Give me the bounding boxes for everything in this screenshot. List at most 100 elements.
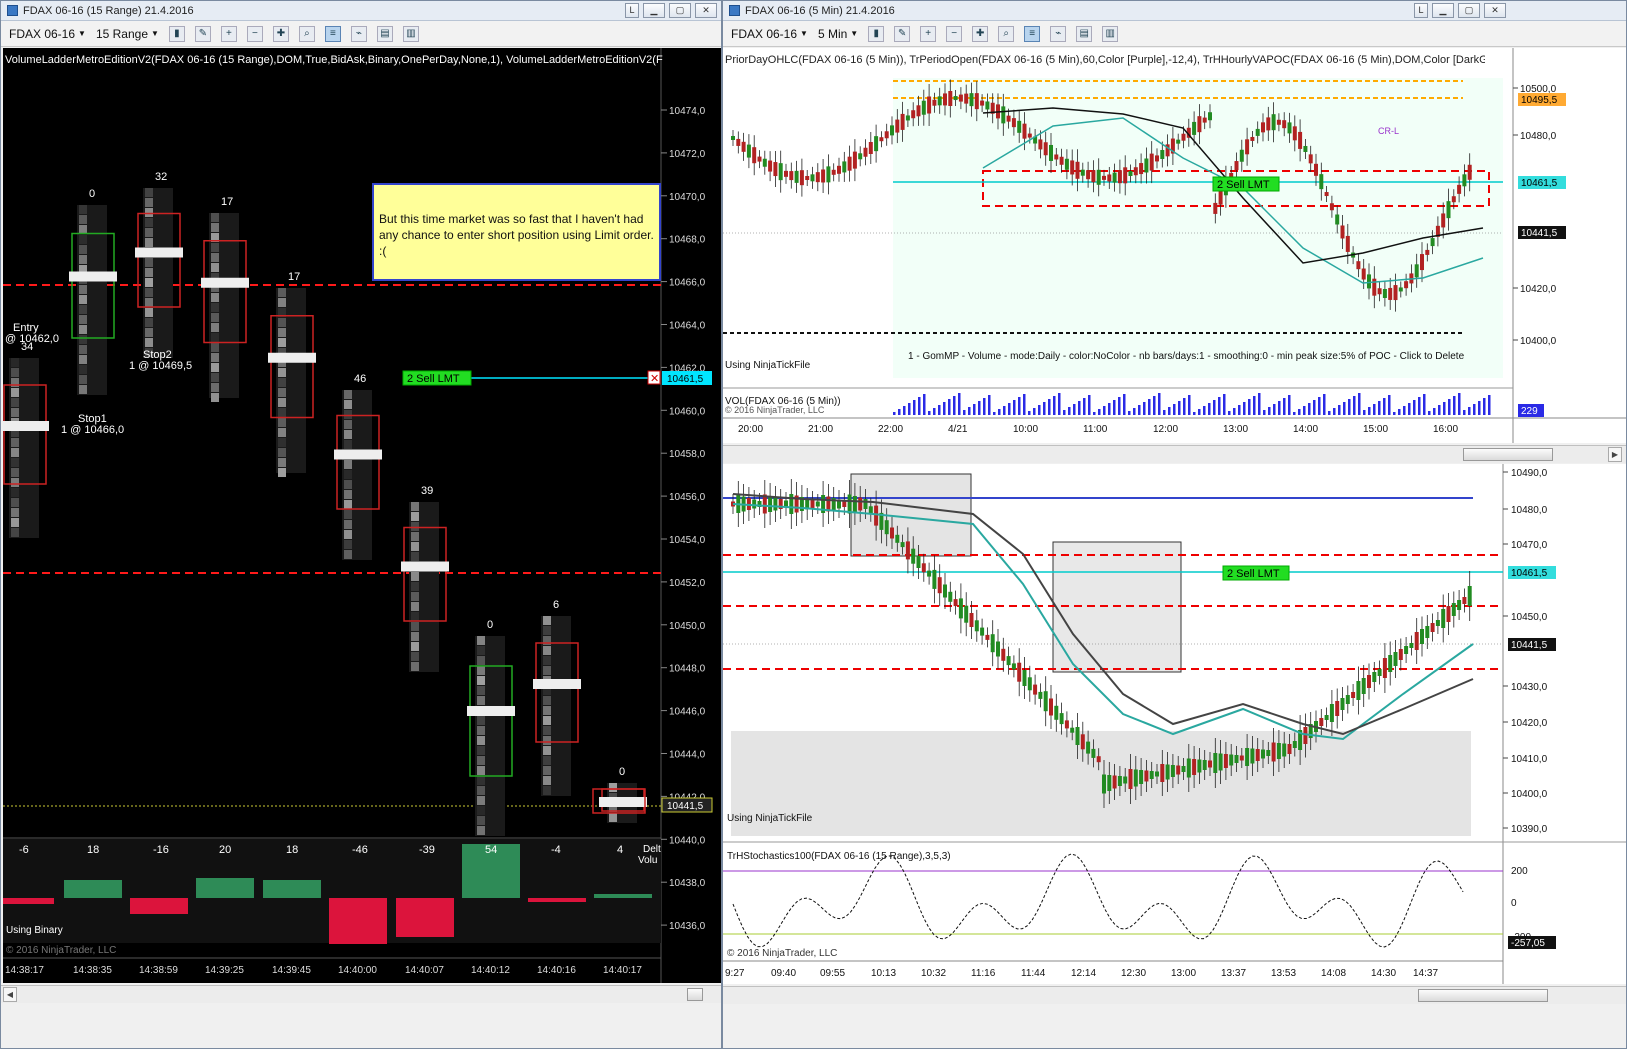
volume-cell [145, 208, 153, 217]
right-upper-chart[interactable]: 10500,0 10480,0 10420,0 10400,0 2 Sell LMT CR… [723, 48, 1626, 443]
strategies-icon[interactable]: ▤ [1076, 25, 1093, 42]
candle-body [837, 165, 841, 174]
candle-body [746, 144, 751, 158]
candle-body [1404, 646, 1409, 654]
crosshair-icon[interactable]: ✚ [972, 25, 989, 42]
volume-cell [211, 293, 219, 302]
volume-cell [477, 716, 485, 725]
maximize-button[interactable]: ▢ [1458, 3, 1480, 18]
volume-bar [1023, 394, 1026, 415]
upper-horizontal-scrollbar[interactable]: ▶ [723, 445, 1626, 463]
bar-type-icon[interactable]: ▮ [168, 25, 185, 42]
candle-body [1398, 287, 1403, 292]
right-lower-chart[interactable]: 10490,0 10480,0 10470,0 10450,0 10430,0 10420… [723, 464, 1626, 984]
candle-body [974, 93, 979, 110]
indicators-icon[interactable]: ⌁ [1050, 25, 1067, 42]
volume-cell [211, 343, 219, 352]
candle-body [1340, 225, 1345, 239]
close-button[interactable]: ✕ [1484, 3, 1506, 18]
candle-body [964, 605, 969, 623]
candle-body [1176, 765, 1181, 775]
chart-trader-icon[interactable]: ≡ [324, 25, 341, 42]
scroll-thumb[interactable] [1418, 989, 1548, 1002]
indicators-icon[interactable]: ⌁ [350, 25, 367, 42]
candle-body [868, 506, 873, 514]
left-window-title: FDAX 06-16 (15 Range) 21.4.2016 [23, 4, 194, 17]
zoom-out-icon[interactable]: − [946, 25, 963, 42]
lower-time-label: 09:55 [820, 968, 845, 979]
annotation-note[interactable]: But this time market was so fast that I … [372, 183, 661, 281]
price-tick-label: 10436,0 [669, 921, 706, 932]
period-selector[interactable]: 5 Min ▼ [818, 27, 858, 41]
candle-body [1160, 149, 1165, 159]
poc-highlight [69, 271, 117, 282]
zoom-out-icon[interactable]: − [246, 25, 263, 42]
volume-cell [411, 512, 419, 521]
zoom-in-icon[interactable]: + [220, 25, 237, 42]
candle-body [1409, 643, 1414, 648]
properties-icon[interactable]: ▥ [402, 25, 419, 42]
candle-body [953, 96, 958, 101]
upper-time-label: 13:00 [1223, 424, 1248, 435]
candle-body [1255, 749, 1260, 761]
volume-cell [344, 420, 352, 429]
lower-horizontal-scrollbar[interactable] [723, 986, 1626, 1004]
chart-trader-icon[interactable]: ≡ [1024, 25, 1041, 42]
scroll-left-button[interactable]: ◀ [3, 987, 17, 1002]
minimize-button[interactable]: ▁ [643, 3, 665, 18]
candle-body [1001, 648, 1006, 661]
draw-tool-icon[interactable]: ✎ [894, 25, 911, 42]
volume-bar [1333, 408, 1336, 415]
candle-body [1213, 202, 1218, 214]
magnify-icon[interactable]: ⌕ [298, 25, 315, 42]
close-button[interactable]: ✕ [695, 3, 717, 18]
stochastics-label: TrHStochastics100(FDAX 06-16 (15 Range),… [727, 851, 951, 862]
magnify-icon[interactable]: ⌕ [998, 25, 1015, 42]
candle-body [815, 172, 820, 183]
volume-cell [11, 488, 19, 497]
volume-cell [11, 458, 19, 467]
link-button[interactable]: L [625, 3, 639, 18]
volume-cell [11, 498, 19, 507]
candle-body [1430, 623, 1435, 632]
poc-highlight [467, 706, 515, 716]
volume-cell [411, 652, 419, 661]
candle-body [1255, 128, 1260, 136]
stoch-axis-label: 200 [1511, 866, 1528, 877]
candle-body [1271, 114, 1276, 131]
period-selector[interactable]: 15 Range ▼ [96, 27, 159, 41]
scroll-thumb[interactable] [687, 988, 703, 1001]
volume-cell [211, 263, 219, 272]
minimize-button[interactable]: ▁ [1432, 3, 1454, 18]
instrument-selector[interactable]: FDAX 06-16 ▼ [9, 27, 86, 41]
lower-time-label: 10:32 [921, 968, 946, 979]
maximize-button[interactable]: ▢ [669, 3, 691, 18]
scroll-thumb[interactable] [1463, 448, 1553, 461]
candle-body [1086, 170, 1091, 180]
candle-body [1096, 756, 1101, 763]
delta-value-label: 4 [617, 844, 623, 856]
right-chart-window: FDAX 06-16 (5 Min) 21.4.2016 L ▁ ▢ ✕ FDA… [722, 0, 1627, 1049]
properties-icon[interactable]: ▥ [1102, 25, 1119, 42]
zoom-in-icon[interactable]: + [920, 25, 937, 42]
volume-bar [1248, 399, 1251, 415]
bar-total-label: 0 [487, 619, 493, 631]
volume-bar [983, 398, 986, 415]
candle-body [1208, 760, 1212, 768]
link-button[interactable]: L [1414, 3, 1428, 18]
volume-bar [1203, 406, 1206, 415]
bar-type-icon[interactable]: ▮ [868, 25, 885, 42]
instrument-selector[interactable]: FDAX 06-16 ▼ [731, 27, 808, 41]
gom-label: 1 - GomMP - Volume - mode:Daily - color:… [908, 351, 1465, 362]
crosshair-icon[interactable]: ✚ [272, 25, 289, 42]
strategies-icon[interactable]: ▤ [376, 25, 393, 42]
left-horizontal-scrollbar[interactable]: ◀ [1, 985, 721, 1003]
volume-cell [543, 616, 551, 625]
scroll-right-button[interactable]: ▶ [1608, 447, 1622, 462]
volume-cell [411, 572, 419, 581]
candle-body [953, 599, 958, 607]
volume-cell [79, 285, 87, 294]
volume-bar [1133, 408, 1136, 415]
draw-tool-icon[interactable]: ✎ [194, 25, 211, 42]
volume-cell [211, 243, 219, 252]
